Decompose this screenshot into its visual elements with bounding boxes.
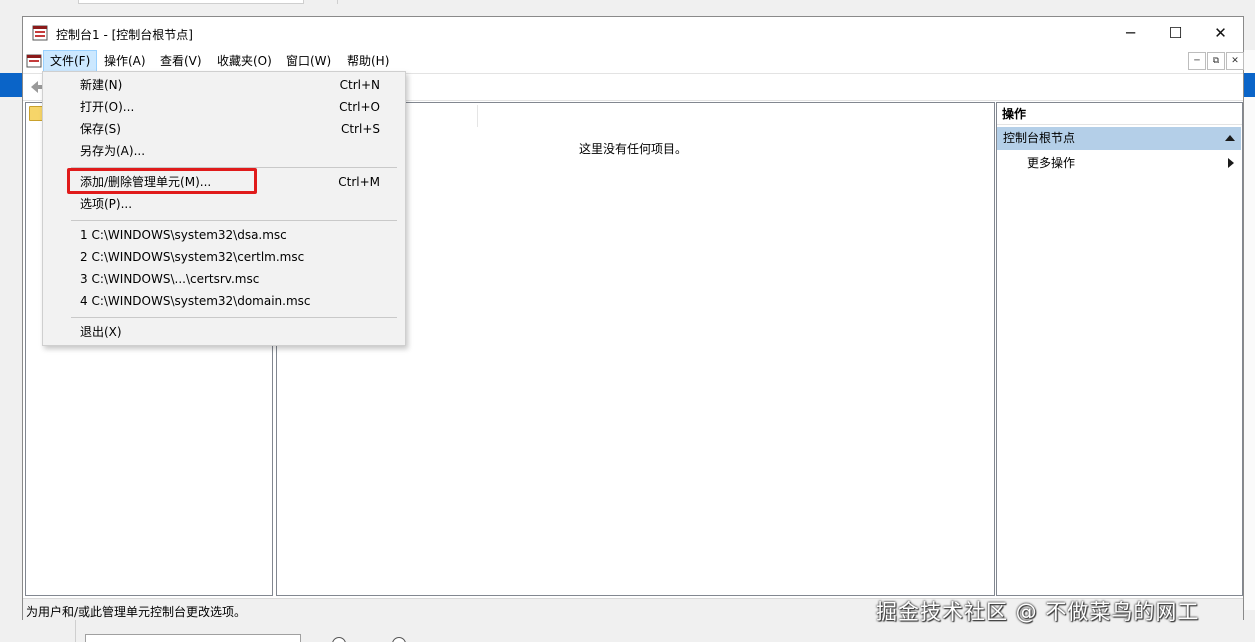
window-title: 控制台1 - [控制台根节点] bbox=[56, 28, 193, 42]
menu-item-label: 选项(P)... bbox=[80, 197, 133, 211]
menu-item-options[interactable]: 选项(P)... bbox=[43, 193, 405, 215]
actions-section-console-root[interactable]: 控制台根节点 bbox=[997, 127, 1241, 150]
column-divider bbox=[477, 105, 478, 127]
background-window-edge bbox=[1243, 50, 1255, 610]
actions-header: 操作 bbox=[997, 103, 1242, 125]
close-icon: ✕ bbox=[1214, 23, 1227, 42]
menu-item-label: 4 C:\WINDOWS\system32\domain.msc bbox=[80, 294, 311, 308]
background-input-field bbox=[78, 0, 304, 4]
annotation-highlight-box bbox=[67, 168, 257, 194]
menu-item-recent-4[interactable]: 4 C:\WINDOWS\system32\domain.msc bbox=[43, 290, 405, 312]
menu-item-recent-3[interactable]: 3 C:\WINDOWS\...\certsrv.msc bbox=[43, 268, 405, 290]
background-selection-strip-right bbox=[1244, 73, 1255, 97]
menu-separator bbox=[71, 317, 397, 318]
more-actions-item[interactable]: 更多操作 bbox=[1027, 154, 1075, 171]
menu-action[interactable]: 操作(A) bbox=[98, 50, 152, 72]
child-close-button[interactable]: ✕ bbox=[1226, 52, 1244, 70]
background-combo-box bbox=[85, 634, 301, 642]
maximize-icon: ☐ bbox=[1168, 23, 1183, 42]
menu-item-label: 另存为(A)... bbox=[80, 144, 146, 158]
menu-item-label: 保存(S) bbox=[80, 122, 121, 136]
maximize-button[interactable]: ☐ bbox=[1153, 17, 1198, 48]
menu-item-label: 退出(X) bbox=[80, 325, 122, 339]
minimize-icon: ─ bbox=[1125, 23, 1136, 42]
menu-item-open[interactable]: 打开(O)... Ctrl+O bbox=[43, 96, 405, 118]
empty-list-message: 这里没有任何项目。 bbox=[579, 142, 688, 156]
menu-item-label: 新建(N) bbox=[80, 78, 123, 92]
mmc-console-icon bbox=[32, 25, 48, 41]
child-restore-button[interactable]: ⧉ bbox=[1207, 52, 1225, 70]
background-selection-strip bbox=[0, 73, 22, 97]
menu-item-shortcut: Ctrl+S bbox=[340, 122, 380, 136]
close-button[interactable]: ✕ bbox=[1198, 17, 1243, 48]
menu-item-save-as[interactable]: 另存为(A)... bbox=[43, 140, 405, 162]
actions-section-label: 控制台根节点 bbox=[1003, 131, 1076, 145]
title-bar[interactable]: 控制台1 - [控制台根节点] ─ ☐ ✕ bbox=[23, 17, 1243, 49]
menu-window[interactable]: 窗口(W) bbox=[280, 50, 337, 72]
menu-favorites[interactable]: 收藏夹(O) bbox=[211, 50, 278, 72]
menu-item-exit[interactable]: 退出(X) bbox=[43, 321, 405, 343]
menu-view[interactable]: 查看(V) bbox=[154, 50, 208, 72]
status-text: 为用户和/或此管理单元控制台更改选项。 bbox=[26, 605, 247, 619]
menu-item-label: 1 C:\WINDOWS\system32\dsa.msc bbox=[80, 228, 287, 242]
menu-item-shortcut: Ctrl+O bbox=[339, 100, 380, 114]
watermark-text: 掘金技术社区 @ 不做菜鸟的网工 bbox=[876, 600, 1200, 624]
menu-item-shortcut: Ctrl+M bbox=[338, 175, 380, 189]
background-divider-bottom bbox=[75, 620, 76, 642]
mmc-document-icon[interactable] bbox=[26, 53, 42, 69]
file-menu-dropdown: 新建(N) Ctrl+N 打开(O)... Ctrl+O 保存(S) Ctrl+… bbox=[42, 71, 406, 346]
menu-item-label: 3 C:\WINDOWS\...\certsrv.msc bbox=[80, 272, 260, 286]
submenu-arrow-icon bbox=[1228, 158, 1234, 168]
menu-item-recent-1[interactable]: 1 C:\WINDOWS\system32\dsa.msc bbox=[43, 224, 405, 246]
menu-separator bbox=[71, 220, 397, 221]
menu-item-label: 打开(O)... bbox=[80, 100, 135, 114]
menu-item-shortcut: Ctrl+N bbox=[339, 78, 380, 92]
actions-pane: 操作 控制台根节点 更多操作 bbox=[996, 102, 1243, 596]
menu-file[interactable]: 文件(F) bbox=[43, 50, 98, 72]
child-minimize-button[interactable]: ─ bbox=[1188, 52, 1206, 70]
minimize-button[interactable]: ─ bbox=[1108, 17, 1153, 48]
menu-bar: 文件(F) 操作(A) 查看(V) 收藏夹(O) 窗口(W) 帮助(H) ─ ⧉… bbox=[23, 49, 1244, 73]
menu-help[interactable]: 帮助(H) bbox=[341, 50, 395, 72]
menu-item-recent-2[interactable]: 2 C:\WINDOWS\system32\certlm.msc bbox=[43, 246, 405, 268]
menu-item-new[interactable]: 新建(N) Ctrl+N bbox=[43, 74, 405, 96]
menu-item-save[interactable]: 保存(S) Ctrl+S bbox=[43, 118, 405, 140]
background-divider bbox=[337, 0, 338, 4]
menu-item-label: 2 C:\WINDOWS\system32\certlm.msc bbox=[80, 250, 305, 264]
collapse-triangle-icon[interactable] bbox=[1225, 135, 1235, 141]
